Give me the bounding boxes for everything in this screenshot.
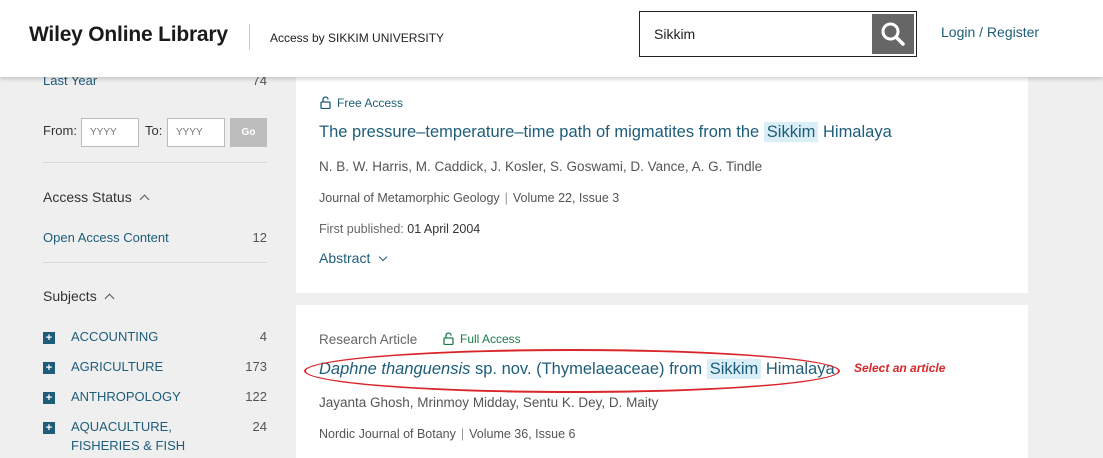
go-button[interactable]: Go [230, 118, 267, 147]
access-prefix: Access by [270, 31, 325, 45]
filter-open-access-count: 12 [252, 230, 267, 245]
abstract-label: Abstract [319, 250, 371, 266]
subjects-label: Subjects [43, 288, 97, 304]
separator: | [504, 191, 508, 205]
from-year-input[interactable] [81, 118, 139, 147]
title-text: Himalaya [822, 123, 892, 141]
first-published: First published: 01 April 2004 [319, 222, 480, 236]
full-access-label: Full Access [460, 332, 521, 346]
first-published-date: 01 April 2004 [407, 222, 481, 236]
unlock-icon [443, 332, 454, 345]
search-icon [881, 22, 905, 46]
article-type: Research Article [319, 332, 418, 347]
expand-plus-icon[interactable]: + [43, 332, 55, 344]
site-logo[interactable]: Wiley Online Library [29, 23, 228, 47]
search-result-card: Research Article Full Access Daphne than… [296, 305, 1028, 458]
journal-info: Journal of Metamorphic Geology | Volume 22… [319, 191, 619, 205]
journal-volume[interactable]: Volume 36, Issue 6 [469, 427, 575, 441]
site-header: Wiley Online Library Access by SIKKIM UN… [0, 0, 1103, 77]
divider [43, 162, 267, 163]
article-title-link[interactable]: The pressure–temperature–time path of mi… [319, 122, 892, 142]
article-authors[interactable]: N. B. W. Harris, M. Caddick, J. Kosler, … [319, 159, 762, 174]
login-register-link[interactable]: Login / Register [941, 24, 1039, 40]
search-term-highlight: Sikkim [763, 122, 819, 142]
subject-aquaculture[interactable]: AQUACULTURE, FISHERIES & FISH [71, 417, 191, 455]
header-divider [249, 24, 250, 50]
separator: | [460, 427, 465, 441]
to-year-input[interactable] [167, 118, 225, 147]
subject-count: 4 [259, 329, 267, 344]
chevron-up-icon [104, 293, 115, 304]
subject-accounting[interactable]: ACCOUNTING [71, 327, 158, 346]
access-status-label: Access Status [43, 189, 132, 205]
search-term-highlight: Sikkim [706, 359, 762, 379]
search-button[interactable] [872, 14, 914, 54]
title-text: The pressure–temperature–time path of mi… [319, 123, 760, 141]
expand-plus-icon[interactable]: + [43, 392, 55, 404]
first-published-label: First published: [319, 222, 404, 236]
divider [43, 262, 267, 263]
institution-access: Access by SIKKIM UNIVERSITY [270, 31, 444, 45]
subject-count: 24 [252, 419, 267, 434]
search-input[interactable] [640, 12, 872, 56]
search-box [639, 11, 917, 57]
free-access-badge: Free Access [320, 96, 403, 110]
subject-anthropology[interactable]: ANTHROPOLOGY [71, 387, 181, 406]
article-authors[interactable]: Jayanta Ghosh, Mrinmoy Midday, Sentu K. … [319, 395, 658, 410]
free-access-label: Free Access [337, 96, 404, 110]
subject-count: 173 [245, 359, 267, 374]
annotation-label: Select an article [854, 361, 946, 375]
abstract-toggle[interactable]: Abstract [319, 250, 388, 266]
filter-sidebar: Last Year 74 From: To: Go Access Status … [0, 73, 296, 458]
unlock-icon [320, 96, 331, 109]
filter-open-access[interactable]: Open Access Content [43, 230, 169, 245]
journal-volume[interactable]: Volume 22, Issue 3 [513, 191, 619, 205]
article-title-link[interactable]: Daphne thanguensis sp. nov. (Thymelaeace… [319, 359, 835, 379]
journal-name[interactable]: Nordic Journal of Botany [319, 427, 456, 441]
title-species-name: Daphne thanguensis [319, 360, 471, 378]
subjects-heading[interactable]: Subjects [43, 288, 115, 304]
expand-plus-icon[interactable]: + [43, 362, 55, 374]
from-label: From: [43, 123, 77, 138]
journal-name[interactable]: Journal of Metamorphic Geology [319, 191, 500, 205]
title-text: Himalaya [765, 360, 835, 378]
access-status-heading[interactable]: Access Status [43, 189, 150, 205]
chevron-up-icon [139, 194, 150, 205]
institution-name: SIKKIM UNIVERSITY [328, 31, 445, 45]
subject-count: 122 [245, 389, 267, 404]
title-text: sp. nov. (Thymelaeaceae) from [474, 360, 703, 378]
journal-info: Nordic Journal of Botany | Volume 36, Issu… [319, 427, 575, 441]
chevron-down-icon [379, 252, 388, 262]
subject-agriculture[interactable]: AGRICULTURE [71, 357, 163, 376]
expand-plus-icon[interactable]: + [43, 422, 55, 434]
full-access-badge: Full Access [443, 332, 521, 346]
to-label: To: [145, 123, 163, 138]
search-result-card: Free Access The pressure–temperature–tim… [296, 77, 1028, 293]
